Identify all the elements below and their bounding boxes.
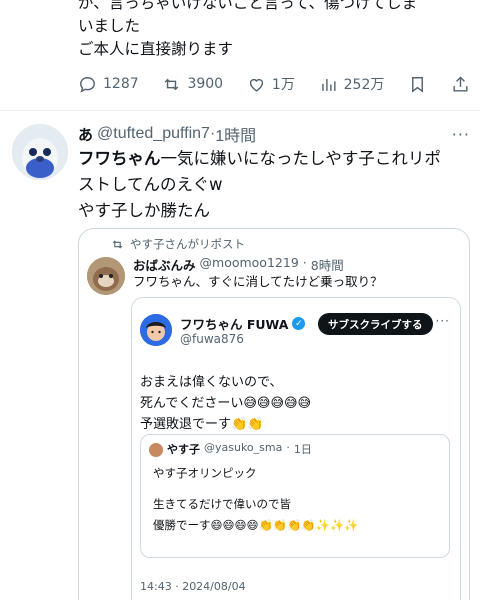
nested-text-line-1: やす子オリンピック <box>153 466 257 480</box>
embedded-tweet-text: おまえは偉くないので、 死んでくださーい😅😅😅😅😅 予選敗退でーす👏👏 <box>140 372 311 435</box>
author-name[interactable]: あ <box>78 124 93 145</box>
tweet-time[interactable]: 1時間 <box>215 122 256 146</box>
more-options-icon[interactable]: ··· <box>452 125 470 144</box>
previous-tweet-line-1: が、言っちゃいけないこと言って、傷つけてしま <box>78 0 418 12</box>
quoted-user-avatar[interactable] <box>87 257 125 295</box>
nested-tweet-header: やす子 @yasuko_sma · 1日 <box>167 441 312 457</box>
quoted-author-handle[interactable]: @moomoo1219 <box>200 255 299 274</box>
header-separator: · <box>302 255 307 270</box>
previous-tweet-line-3: ご本人に直接謝ります <box>78 40 234 58</box>
embedded-tweet-screenshot: フワちゃん FUWA ✓ @fuwa876 サブスクライブする ··· おまえは… <box>131 297 461 600</box>
bookmark-icon <box>412 76 424 93</box>
quoted-tweet-time[interactable]: 8時間 <box>311 255 344 274</box>
nested-quoted-tweet: やす子 @yasuko_sma · 1日 やす子オリンピック 生きてるだけで偉い… <box>140 434 450 558</box>
reply-icon <box>80 76 95 93</box>
tweet-text-line-1: 一気に嫌いになったしやす子これリポ <box>160 149 441 168</box>
user-avatar[interactable] <box>12 124 68 180</box>
previous-tweet-text: が、言っちゃいけないこと言って、傷つけてしま いました ご本人に直接謝ります <box>78 0 470 61</box>
header-separator: · <box>286 441 290 454</box>
nested-author-handle: @yasuko_sma <box>204 441 283 454</box>
like-button[interactable]: 1万 <box>247 74 295 94</box>
nested-tweet-text: やす子オリンピック 生きてるだけで偉いので皆 優勝でーす😄😄😄😄👏👏👏👏✨✨✨ <box>153 463 359 536</box>
embedded-text-line-2: 死んでくださーい😅😅😅😅😅 <box>140 396 312 411</box>
tweet-divider <box>0 110 480 111</box>
quoted-tweet-card[interactable]: やす子さんがリポスト おばぶんみ @moomoo1219 · 8時間 フワちゃん… <box>78 228 470 600</box>
embedded-author-avatar <box>140 314 172 346</box>
nested-author-avatar <box>149 443 163 457</box>
embedded-more-icon: ··· <box>435 314 450 328</box>
mentioned-name: フワちゃん <box>78 149 161 168</box>
tweet-text-line-2: ストしてんのえぐw <box>78 175 223 194</box>
embedded-tweet-timestamp: 14:43 · 2024/08/04 <box>140 580 246 593</box>
embedded-text-line-3: 予選敗退でーす👏👏 <box>140 417 264 432</box>
nested-text-line-2: 生きてるだけで偉いので皆 <box>153 497 291 511</box>
repost-count: 3900 <box>187 76 224 92</box>
views-count: 252万 <box>343 77 385 93</box>
embedded-author-handle: @fuwa876 <box>180 332 244 346</box>
repost-icon <box>165 78 179 90</box>
verified-badge-icon: ✓ <box>292 317 306 330</box>
views-icon <box>321 78 336 91</box>
heart-icon <box>249 78 264 92</box>
share-icon <box>453 75 468 92</box>
puffin-avatar-image <box>12 124 68 180</box>
repost-label: やす子さんがリポスト <box>130 237 245 251</box>
tweet-header: あ @tufted_puffin7 · 1時間 ··· <box>78 122 470 146</box>
subscribe-button: サブスクライブする <box>318 313 433 335</box>
repost-indicator: やす子さんがリポスト <box>111 236 245 252</box>
like-count: 1万 <box>271 77 295 93</box>
author-handle[interactable]: @tufted_puffin7 <box>97 125 210 143</box>
views-button[interactable]: 252万 <box>319 74 385 94</box>
quoted-tweet-text: フワちゃん、すぐに消してたけど乗っ取り？ <box>133 274 383 289</box>
repost-button[interactable]: 3900 <box>162 75 223 94</box>
reply-button[interactable]: 1287 <box>78 75 139 94</box>
previous-tweet-line-2: いました <box>78 17 141 35</box>
bookmark-button[interactable] <box>408 75 427 94</box>
embedded-author-name: フワちゃん FUWA ✓ <box>180 314 306 333</box>
reply-count: 1287 <box>103 76 139 92</box>
quoted-tweet-header: おばぶんみ @moomoo1219 · 8時間 <box>133 255 344 274</box>
embedded-author-name-text: フワちゃん FUWA <box>180 317 289 332</box>
cat-avatar-image <box>87 257 125 295</box>
nested-author-name: やす子 <box>167 443 200 456</box>
nested-tweet-time: 1日 <box>293 443 312 456</box>
share-button[interactable] <box>451 75 470 94</box>
quoted-author-name[interactable]: おばぶんみ <box>133 255 196 274</box>
previous-tweet-actions: 1287 3900 1万 252万 <box>78 70 470 98</box>
fuwa-avatar-image <box>140 314 172 346</box>
repost-small-icon <box>112 239 123 249</box>
tweet-text-line-3: やす子しか勝たん <box>78 201 210 220</box>
nested-text-line-3: 優勝でーす😄😄😄😄👏👏👏👏✨✨✨ <box>153 518 359 532</box>
tweet-text: フワちゃん一気に嫌いになったしやす子これリポ ストしてんのえぐw やす子しか勝た… <box>78 146 470 224</box>
embedded-text-line-1: おまえは偉くないので、 <box>140 375 283 390</box>
